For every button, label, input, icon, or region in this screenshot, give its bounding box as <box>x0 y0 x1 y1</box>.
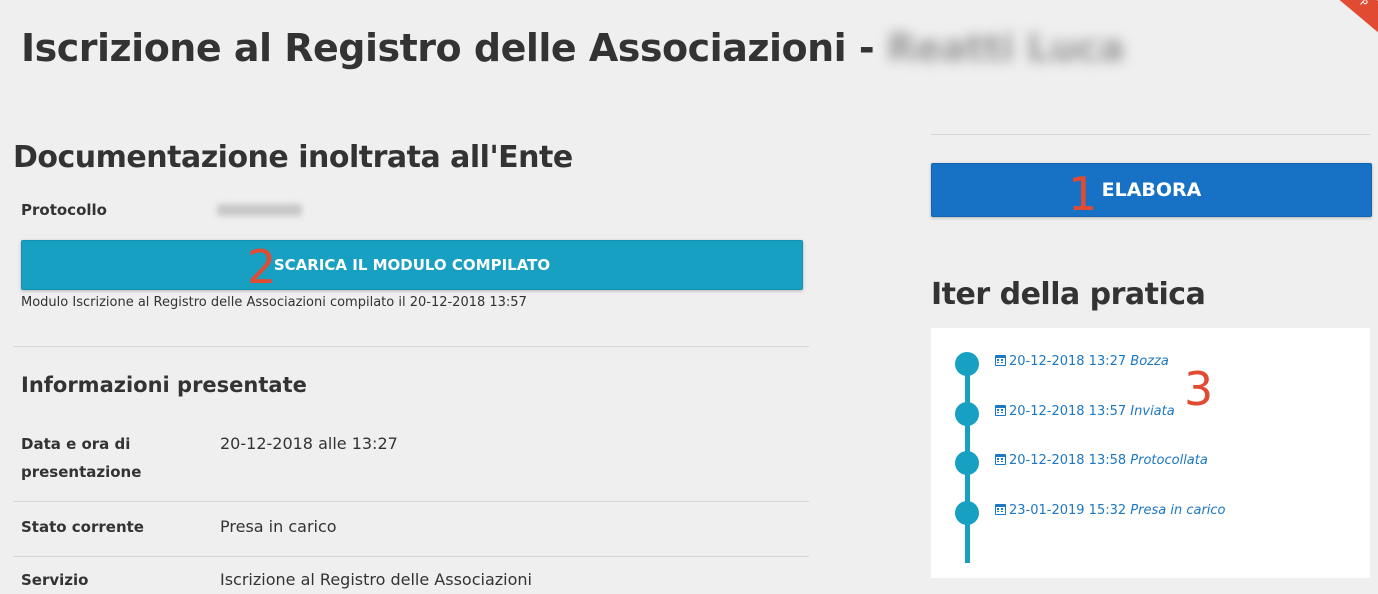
timeline-step-link[interactable]: 20-12-2018 13:27 Bozza <box>995 354 1169 369</box>
calendar-icon <box>995 504 1006 515</box>
step-date: 20-12-2018 13:58 <box>1009 453 1127 468</box>
timeline-step-link[interactable]: 20-12-2018 13:57 Inviata <box>995 404 1175 419</box>
step-date: 23-01-2019 15:32 <box>1009 503 1127 518</box>
timeline-step-link[interactable]: 20-12-2018 13:58 Protocollata <box>995 453 1208 468</box>
file-caption: Modulo Iscrizione al Registro delle Asso… <box>21 295 527 310</box>
annotation-1: 1 <box>1068 167 1098 221</box>
divider <box>13 501 809 502</box>
documentation-title: Documentazione inoltrata all'Ente <box>13 140 573 175</box>
documentation-panel: Documentazione inoltrata all'Ente Protoc… <box>13 140 809 589</box>
divider <box>931 134 1370 135</box>
annotation-2: 2 <box>247 240 277 294</box>
calendar-icon <box>995 454 1006 465</box>
protocol-value-redacted <box>217 204 302 216</box>
info-value: 20-12-2018 alle 13:27 <box>220 434 398 453</box>
divider <box>13 346 809 347</box>
protocol-label: Protocollo <box>21 201 107 219</box>
timeline-step-link[interactable]: 23-01-2019 15:32 Presa in carico <box>995 503 1226 518</box>
timeline-dot <box>955 402 979 426</box>
iter-title: Iter della pratica <box>931 277 1206 312</box>
info-label: Stato corrente <box>21 518 144 536</box>
calendar-icon <box>995 405 1006 416</box>
info-label: Servizio <box>21 571 89 589</box>
page-title: Iscrizione al Registro delle Associazion… <box>21 26 1125 70</box>
timeline-panel: 20-12-2018 13:27 Bozza 20-12-2018 13:57 … <box>931 328 1370 578</box>
info-title: Informazioni presentate <box>21 373 307 397</box>
protocol-row: Protocollo <box>21 201 302 219</box>
step-date: 20-12-2018 13:57 <box>1009 404 1127 419</box>
timeline-dot <box>955 451 979 475</box>
step-status: Presa in carico <box>1130 503 1226 518</box>
step-status: Inviata <box>1130 404 1175 419</box>
info-value: Presa in carico <box>220 517 337 536</box>
download-form-button[interactable]: SCARICA IL MODULO COMPILATO <box>21 240 803 290</box>
info-label: Data e ora di presentazione <box>21 435 142 481</box>
step-date: 20-12-2018 13:27 <box>1009 354 1127 369</box>
corner-ribbon: P <box>1328 0 1378 36</box>
info-value: Iscrizione al Registro delle Associazion… <box>220 570 532 589</box>
timeline-dot <box>955 352 979 376</box>
applicant-name: Reatti Luca <box>886 26 1125 70</box>
step-status: Bozza <box>1130 354 1169 369</box>
annotation-3: 3 <box>1184 362 1214 416</box>
calendar-icon <box>995 355 1006 366</box>
elabora-button[interactable]: ELABORA <box>931 163 1372 217</box>
divider <box>13 556 809 557</box>
step-status: Protocollata <box>1130 453 1208 468</box>
timeline-dot <box>955 501 979 525</box>
page-title-text: Iscrizione al Registro delle Associazion… <box>21 26 887 70</box>
